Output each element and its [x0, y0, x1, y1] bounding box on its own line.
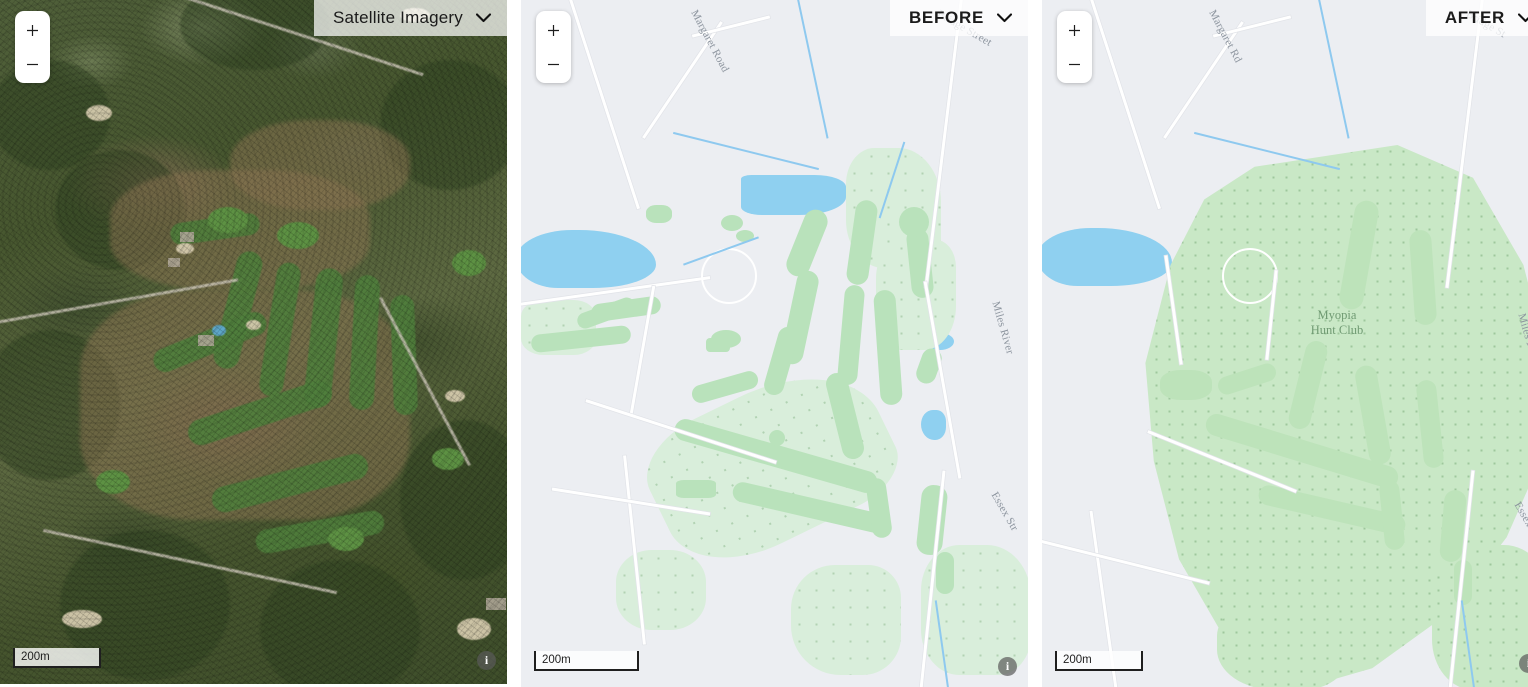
satellite-imagery-texture	[0, 0, 507, 684]
zoom-out-button-after[interactable]	[1057, 47, 1092, 81]
map-comparison-app: Satellite Imagery 200m i Margaret Road M…	[0, 0, 1528, 687]
panel-satellite[interactable]: Satellite Imagery 200m i	[0, 0, 507, 684]
stream	[795, 0, 829, 139]
road-loop	[1222, 248, 1278, 304]
green	[706, 338, 730, 352]
scale-bar-label-before: 200m	[542, 654, 571, 666]
water-body	[741, 175, 846, 215]
street-label: Essex Str	[988, 490, 1021, 534]
park-area	[791, 565, 901, 675]
place-label-line-1: Myopia	[1317, 308, 1357, 322]
comparison-selector-after[interactable]: AFTER	[1425, 0, 1528, 36]
water-body	[1042, 228, 1172, 286]
zoom-in-button-satellite[interactable]	[15, 13, 50, 47]
chevron-down-icon	[1518, 13, 1528, 23]
park-area	[1432, 545, 1528, 687]
road	[691, 15, 771, 38]
street-label: Margaret Rd	[1206, 8, 1245, 65]
green	[676, 480, 716, 498]
water-body	[521, 230, 656, 288]
scale-bar-label-satellite: 200m	[21, 651, 50, 663]
stream	[1316, 0, 1350, 139]
chevron-down-icon	[476, 13, 491, 23]
comparison-selector-label-before: BEFORE	[908, 8, 984, 27]
zoom-out-button-satellite[interactable]	[15, 47, 50, 81]
zoom-controls-after[interactable]	[1057, 11, 1092, 83]
road	[1087, 0, 1162, 210]
fairway	[575, 295, 637, 331]
green	[646, 205, 672, 223]
scale-bar-satellite: 200m	[13, 648, 101, 668]
after-map-canvas[interactable]: Margaret Rd Bridge St Miles Ri Essex St …	[1042, 0, 1528, 687]
scale-bar-after: 200m	[1055, 651, 1143, 671]
comparison-selector-label-after: AFTER	[1444, 8, 1505, 27]
fairway	[915, 483, 949, 557]
comparison-selector-before[interactable]: BEFORE	[889, 0, 1028, 36]
fairway	[782, 206, 832, 280]
zoom-in-button-before[interactable]	[536, 13, 571, 47]
panel-gutter-left	[507, 0, 514, 687]
zoom-controls-satellite[interactable]	[15, 11, 50, 83]
zoom-in-button-after[interactable]	[1057, 13, 1092, 47]
scale-bar-label-after: 200m	[1063, 654, 1092, 666]
fairway	[836, 284, 866, 386]
zoom-out-button-before[interactable]	[536, 47, 571, 81]
place-label-myopia-hunt-club: Myopia Hunt Club	[1282, 308, 1392, 338]
panel-after[interactable]: Margaret Rd Bridge St Miles Ri Essex St …	[1042, 0, 1528, 687]
panel-gutter-right	[1028, 0, 1035, 687]
park-area	[616, 550, 706, 630]
basemap-selector-label-satellite: Satellite Imagery	[332, 8, 463, 27]
fairway	[1160, 370, 1212, 400]
road	[566, 0, 641, 210]
stream	[1193, 131, 1341, 171]
place-label-line-2: Hunt Club	[1310, 323, 1364, 337]
fairway	[899, 207, 929, 237]
chevron-down-icon	[997, 13, 1012, 23]
road	[1163, 21, 1244, 139]
zoom-controls-before[interactable]	[536, 11, 571, 83]
stream	[672, 131, 820, 171]
green	[721, 215, 743, 231]
before-map-canvas[interactable]: Margaret Road Bridge Street Miles River …	[521, 0, 1028, 687]
street-label: Miles River	[989, 300, 1017, 356]
road	[1212, 15, 1292, 38]
road-loop	[701, 248, 757, 304]
info-button-before[interactable]: i	[998, 657, 1017, 676]
green	[769, 430, 785, 446]
water-body	[921, 410, 946, 440]
basemap-selector-satellite[interactable]: Satellite Imagery	[313, 0, 507, 36]
scale-bar-before: 200m	[534, 651, 639, 671]
road	[642, 21, 723, 139]
park-area	[1217, 600, 1347, 687]
info-button-satellite[interactable]: i	[477, 651, 496, 670]
satellite-map-canvas[interactable]	[0, 0, 507, 684]
panel-before[interactable]: Margaret Road Bridge Street Miles River …	[521, 0, 1028, 687]
fairway	[936, 552, 954, 594]
